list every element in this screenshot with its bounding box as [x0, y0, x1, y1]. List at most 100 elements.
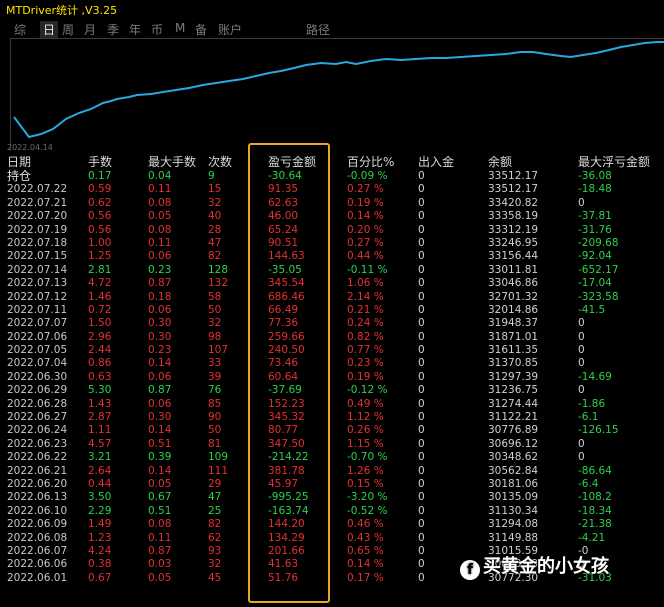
- table-cell: 30181.06: [488, 477, 539, 490]
- table-row[interactable]: 2022.07.12 1.46 0.18 58 686.46 2.14 % 0 32701.3…: [0, 291, 664, 304]
- table-row[interactable]: 2022.06.09 1.49 0.08 82 144.20 0.46 % 0 31294.0…: [0, 518, 664, 531]
- table-row[interactable]: 2022.07.19 0.56 0.08 28 65.24 0.20 % 0 33312.19…: [0, 224, 664, 237]
- table-row[interactable]: 2022.06.13 3.50 0.67 47 -995.25 -3.20 % 0 30135…: [0, 491, 664, 504]
- table-row[interactable]: 2022.06.28 1.43 0.06 85 152.23 0.49 % 0 31274.4…: [0, 398, 664, 411]
- table-row[interactable]: 2022.07.18 1.00 0.11 47 90.51 0.27 % 0 33246.95…: [0, 237, 664, 250]
- table-row[interactable]: 2022.06.29 5.30 0.87 76 -37.69 -0.12 % 0 31236.…: [0, 384, 664, 397]
- table-cell: 2.87: [88, 411, 112, 424]
- table-row[interactable]: 2022.06.27 2.87 0.30 90 345.32 1.12 % 0 31122.2…: [0, 411, 664, 424]
- table-row[interactable]: 2022.07.22 0.59 0.11 15 91.35 0.27 % 0 33512.17…: [0, 183, 664, 196]
- table-cell: 0.06: [148, 370, 172, 383]
- table-cell: 2022.07.07: [7, 317, 68, 330]
- table-cell: 107: [208, 344, 229, 357]
- tab-9[interactable]: 账户: [218, 21, 242, 38]
- table-cell: 0: [418, 531, 425, 544]
- table-cell: 0.20 %: [347, 223, 384, 236]
- table-row[interactable]: 2022.07.05 2.44 0.23 107 240.50 0.77 % 0 31611.…: [0, 344, 664, 357]
- tab-7[interactable]: M: [175, 21, 185, 35]
- tab-4[interactable]: 季: [107, 21, 119, 38]
- table-cell: 82: [208, 250, 222, 263]
- header-cell[interactable]: 余额: [488, 154, 512, 170]
- tab-1[interactable]: 日: [40, 21, 59, 38]
- tab-6[interactable]: 币: [151, 21, 163, 38]
- title-bar: MTDriver统计 ,V3.25: [0, 0, 664, 19]
- table-header: 日期 手数 最大手数 次数 盈亏金额 百分比% 出入金 余额 最大浮亏金额: [0, 154, 664, 170]
- table-cell: 3.50: [88, 491, 112, 504]
- table-row[interactable]: 2022.07.07 1.50 0.30 32 77.36 0.24 % 0 31948.37…: [0, 317, 664, 330]
- table-cell: 2.64: [88, 464, 112, 477]
- table-cell: 15: [208, 183, 222, 196]
- balance-curve-svg: [13, 41, 664, 139]
- table-cell: 31370.85: [488, 357, 539, 370]
- tab-5[interactable]: 年: [129, 21, 141, 38]
- table-cell: -3.20 %: [347, 491, 388, 504]
- tab-0[interactable]: 综: [14, 21, 26, 38]
- table-cell: 0.51: [148, 437, 172, 450]
- table-cell: 2022.06.21: [7, 464, 68, 477]
- table-cell: -4.21: [578, 531, 606, 544]
- table-cell: 0.19 %: [347, 196, 384, 209]
- tab-8[interactable]: 备: [195, 21, 207, 38]
- tab-10[interactable]: 路径: [306, 21, 330, 38]
- table-cell: 0: [418, 196, 425, 209]
- table-cell: 1.23: [88, 531, 112, 544]
- table-cell: 0.27 %: [347, 183, 384, 196]
- table-cell: 1.43: [88, 397, 112, 410]
- table-row[interactable]: 2022.07.13 4.72 0.87 132 345.54 1.06 % 0 33046.…: [0, 277, 664, 290]
- table-cell: 0.59: [88, 183, 112, 196]
- table-cell: 0.06: [148, 250, 172, 263]
- table-cell: -14.69: [578, 370, 612, 383]
- table-row[interactable]: 2022.06.23 4.57 0.51 81 347.50 1.15 % 0 30696.1…: [0, 438, 664, 451]
- table-row[interactable]: 2022.06.21 2.64 0.14 111 381.78 1.26 % 0 30562.…: [0, 465, 664, 478]
- table-cell: 50: [208, 303, 222, 316]
- table-row[interactable]: 2022.07.04 0.86 0.14 33 73.46 0.23 % 0 31370.85…: [0, 357, 664, 370]
- table-cell: 31297.39: [488, 370, 539, 383]
- table-row[interactable]: 2022.07.20 0.56 0.05 40 46.00 0.14 % 0 33358.19…: [0, 210, 664, 223]
- table-row[interactable]: 2022.06.08 1.23 0.11 62 134.29 0.43 % 0 31149.8…: [0, 532, 664, 545]
- table-cell: 0.06: [148, 397, 172, 410]
- table-row[interactable]: 2022.06.30 0.63 0.06 39 60.64 0.19 % 0 31297.39…: [0, 371, 664, 384]
- table-cell: 98: [208, 330, 222, 343]
- table-cell: -0.52 %: [347, 504, 388, 517]
- table-cell: 0.14 %: [347, 558, 384, 571]
- table-cell: 0.44: [88, 477, 112, 490]
- tab-3[interactable]: 月: [84, 21, 96, 38]
- table-cell: 0.05: [148, 210, 172, 223]
- table-row[interactable]: 2022.07.11 0.72 0.06 50 66.49 0.21 % 0 32014.86…: [0, 304, 664, 317]
- header-cell[interactable]: 日期: [7, 154, 31, 170]
- table-row[interactable]: 2022.06.24 1.11 0.14 50 80.77 0.26 % 0 30776.89…: [0, 424, 664, 437]
- table-cell: 33046.86: [488, 277, 539, 290]
- table-cell: 2022.06.24: [7, 424, 68, 437]
- table-row[interactable]: 2022.07.06 2.96 0.30 98 259.66 0.82 % 0 31871.0…: [0, 331, 664, 344]
- table-cell: 90: [208, 411, 222, 424]
- table-cell: 0.11: [148, 236, 172, 249]
- holding-row[interactable]: 持仓 0.17 0.04 9 -30.64 -0.09 % 0 33512.17 -36.08: [0, 169, 664, 183]
- table-cell: 0: [418, 397, 425, 410]
- table-row[interactable]: 2022.07.21 0.62 0.08 32 62.63 0.19 % 0 33420.82…: [0, 197, 664, 210]
- table-cell: 31294.08: [488, 518, 539, 531]
- header-cell[interactable]: 手数: [88, 154, 112, 170]
- header-cell[interactable]: 最大手数: [148, 154, 196, 170]
- table-cell: 2022.07.04: [7, 357, 68, 370]
- header-cell[interactable]: 出入金: [418, 154, 454, 170]
- table-cell: 31871.01: [488, 330, 539, 343]
- tab-2[interactable]: 周: [62, 21, 74, 38]
- table-row[interactable]: 2022.06.10 2.29 0.51 25 -163.74 -0.52 % 0 31130…: [0, 505, 664, 518]
- table-cell: 0.56: [88, 223, 112, 236]
- header-cell[interactable]: 百分比%: [347, 154, 394, 170]
- table-cell: -652.17: [578, 263, 619, 276]
- table-cell: 0.72: [88, 303, 112, 316]
- table-row[interactable]: 2022.07.14 2.81 0.23 128 -35.05 -0.11 % 0 33011…: [0, 264, 664, 277]
- table-row[interactable]: 2022.06.20 0.44 0.05 29 45.97 0.15 % 0 30181.06…: [0, 478, 664, 491]
- table-row[interactable]: 2022.06.22 3.21 0.39 109 -214.22 -0.70 % 0 3034…: [0, 451, 664, 464]
- header-cell[interactable]: 最大浮亏金额: [578, 154, 650, 170]
- table-cell: 47: [208, 491, 222, 504]
- table-cell: 0: [578, 330, 585, 343]
- table-cell: 9: [208, 170, 215, 182]
- table-cell: 1.11: [88, 424, 112, 437]
- table-cell: 58: [208, 290, 222, 303]
- table-row[interactable]: 2022.07.15 1.25 0.06 82 144.63 0.44 % 0 33156.4…: [0, 250, 664, 263]
- table-cell: 31611.35: [488, 344, 539, 357]
- table-cell: 82: [208, 518, 222, 531]
- header-cell[interactable]: 次数: [208, 154, 232, 170]
